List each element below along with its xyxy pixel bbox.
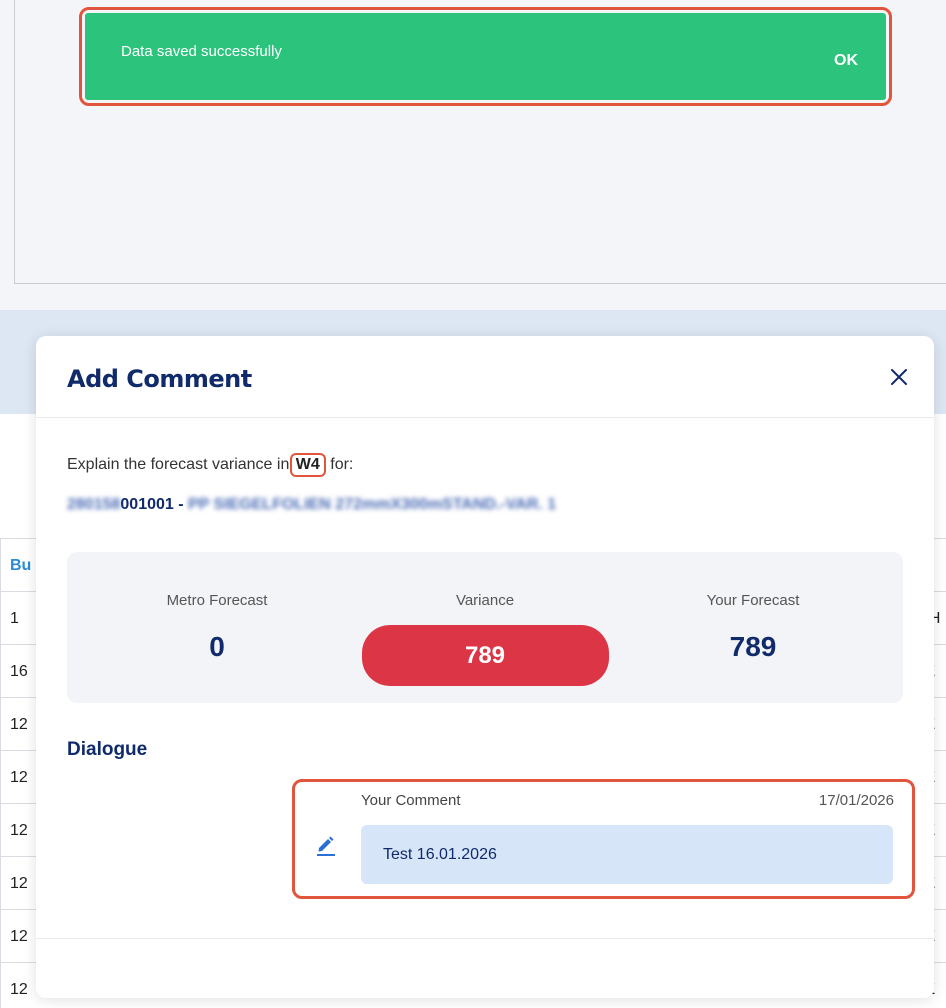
row-cell: 12 (10, 981, 28, 998)
row-cell: 12 (10, 822, 28, 839)
explain-suffix: for: (330, 456, 354, 473)
success-toast: Data saved successfully OK (85, 13, 886, 100)
product-line: 280158001001 - PP SIEGELFOLIEN 272mmX300… (67, 496, 556, 514)
comment-label: Your Comment (361, 792, 461, 809)
product-code: 001001 - (120, 496, 184, 513)
toast-ok-button[interactable]: OK (834, 52, 858, 70)
product-code-blurred: 280158 (67, 496, 121, 513)
your-forecast-stat: Your Forecast 789 (623, 592, 883, 663)
modal-footer (36, 938, 934, 998)
variance-value: 789 (361, 625, 609, 686)
your-forecast-label: Your Forecast (706, 592, 800, 609)
row-cell: 16 (10, 663, 28, 680)
table-header-cell: Bu (10, 557, 32, 574)
row-cell: 12 (10, 875, 28, 892)
comment-date: 17/01/2026 (818, 792, 894, 809)
modal-header: Add Comment (36, 336, 934, 418)
comment-text[interactable]: Test 16.01.2026 (361, 825, 893, 884)
metro-forecast-value: 0 (209, 631, 225, 662)
row-cell: 12 (10, 716, 28, 733)
metro-forecast-stat: Metro Forecast 0 (87, 592, 347, 663)
row-cell: 1 (10, 610, 19, 627)
forecast-stats: Metro Forecast 0 Variance 789 Your Forec… (67, 552, 903, 703)
variance-stat: Variance 789 (355, 592, 615, 686)
row-cell: 12 (10, 928, 28, 945)
explain-prefix: Explain the forecast variance in (67, 456, 290, 473)
product-name-blurred: PP SIEGELFOLIEN 272mmX300mSTAND.-VAR. 1 (188, 496, 557, 513)
variance-label: Variance (455, 592, 515, 609)
your-forecast-value: 789 (729, 631, 777, 662)
toast-highlight: Data saved successfully OK (79, 7, 892, 106)
close-icon[interactable] (888, 366, 910, 388)
metro-forecast-label: Metro Forecast (166, 592, 268, 609)
comment-entry: Your Comment 17/01/2026 Test 16.01.2026 (292, 779, 915, 899)
add-comment-modal: Add Comment Explain the forecast varianc… (36, 336, 934, 998)
toast-message: Data saved successfully (121, 43, 282, 60)
modal-title: Add Comment (67, 365, 252, 393)
row-cell: 12 (10, 769, 28, 786)
pencil-icon[interactable] (313, 832, 339, 858)
dialogue-title: Dialogue (67, 739, 148, 760)
week-badge: W4 (289, 453, 326, 477)
explain-text: Explain the forecast variance in W4 for: (67, 453, 354, 477)
